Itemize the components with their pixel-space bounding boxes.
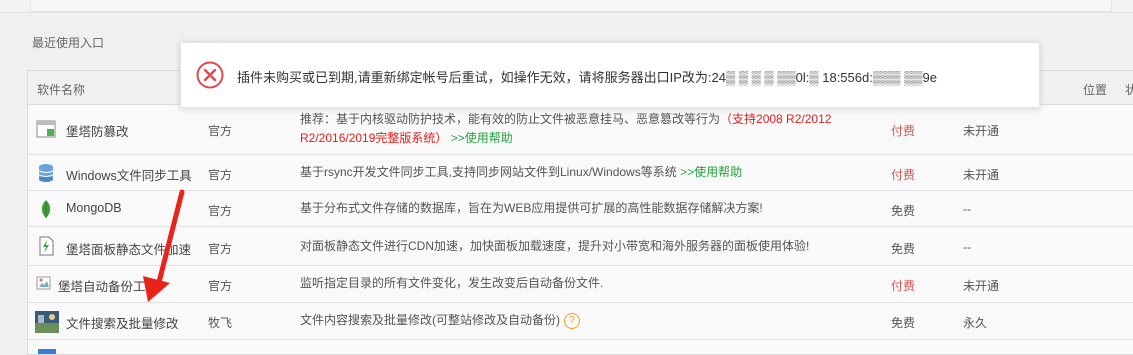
plugin-developer: 官方	[208, 279, 233, 293]
plugin-name[interactable]: 文件搜索及批量修改	[66, 313, 179, 332]
plugin-developer: 官方	[208, 168, 233, 182]
plugin-name[interactable]: Windows文件同步工具	[66, 165, 192, 184]
status-label: --	[963, 202, 971, 216]
plugin-developer: 牧飞	[208, 316, 233, 330]
bolt-file-icon	[39, 236, 54, 256]
top-panel-inner	[30, 0, 1112, 12]
status-label: 永久	[963, 316, 988, 330]
help-link[interactable]: >>使用帮助	[451, 131, 513, 145]
plugin-name[interactable]: 堡塔防篡改	[66, 121, 129, 140]
top-panel-strip	[0, 0, 1133, 13]
plugin-description: 基于分布式文件存储的数据库，旨在为WEB应用提供可扩展的高性能数据存储解决方案!	[300, 201, 763, 215]
error-icon	[196, 61, 224, 89]
status-label: --	[963, 240, 971, 254]
status-label: 未开通	[963, 168, 1000, 182]
partial-row-icon	[38, 349, 56, 354]
table-row: 堡塔防篡改 官方 推荐：基于内核驱动防护技术，能有效的防止文件被恶意挂马、恶意篡…	[28, 105, 1133, 155]
header-position[interactable]: 位置	[1083, 81, 1107, 98]
plugin-developer: 官方	[208, 124, 233, 138]
price-label: 付费	[891, 279, 916, 293]
recent-entry-title: 最近使用入口	[32, 36, 105, 50]
error-toast: 插件未购买或已到期,请重新绑定帐号后重试，如操作无效，请将服务器出口IP改为:2…	[180, 42, 1040, 108]
software-table: 软件名称 位置 状 堡塔防篡改 官方 推荐：基于内核驱动防护技术，能有效的防止文…	[27, 70, 1133, 355]
plugin-name[interactable]: 堡塔面板静态文件加速	[66, 239, 191, 258]
plugin-description: 监听指定目录的所有文件变化，发生改变后自动备份文件.	[300, 276, 604, 290]
price-label: 免费	[891, 204, 916, 218]
leaf-icon	[41, 200, 51, 218]
help-link[interactable]: >>使用帮助	[680, 165, 742, 179]
price-label: 付费	[891, 168, 916, 182]
status-label: 未开通	[963, 279, 1000, 293]
price-label: 免费	[891, 242, 916, 256]
price-label: 付费	[891, 124, 916, 138]
table-row: Windows文件同步工具 官方 基于rsync开发文件同步工具,支持同步网站文…	[28, 155, 1133, 191]
broken-image-icon	[36, 276, 51, 290]
table-row: 文件搜索及批量修改 牧飞 文件内容搜索及批量修改(可整站修改及自动备份)? 免费…	[28, 303, 1133, 340]
status-label: 未开通	[963, 124, 1000, 138]
table-row: 堡塔自动备份工具 官方 监听指定目录的所有文件变化，发生改变后自动备份文件. 付…	[28, 266, 1133, 303]
shield-icon	[36, 120, 56, 138]
plugin-name[interactable]: 堡塔自动备份工具	[58, 276, 158, 295]
database-icon	[38, 164, 54, 182]
plugin-description: 基于rsync开发文件同步工具,支持同步网站文件到Linux/Windows等系…	[300, 165, 743, 179]
plugin-description: 推荐：基于内核驱动防护技术，能有效的防止文件被恶意挂马、恶意篡改等行为（支持20…	[300, 112, 832, 145]
table-row: 堡塔面板静态文件加速 官方 对面板静态文件进行CDN加速，加快面板加载速度，提升…	[28, 227, 1133, 266]
price-label: 免费	[891, 316, 916, 330]
table-row: MongoDB 官方 基于分布式文件存储的数据库，旨在为WEB应用提供可扩展的高…	[28, 191, 1133, 227]
thumbnail-icon	[35, 311, 59, 333]
plugin-description: 文件内容搜索及批量修改(可整站修改及自动备份)?	[300, 311, 580, 330]
plugin-developer: 官方	[208, 242, 233, 256]
header-status-extra[interactable]: 状	[1125, 81, 1133, 98]
toast-message: 插件未购买或已到期,请重新绑定帐号后重试，如操作无效，请将服务器出口IP改为:2…	[237, 70, 937, 85]
plugin-description: 对面板静态文件进行CDN加速，加快面板加载速度，提升对小带宽和海外服务器的面板使…	[300, 239, 810, 253]
help-icon[interactable]: ?	[564, 312, 580, 329]
header-software-name[interactable]: 软件名称	[37, 81, 85, 98]
plugin-developer: 官方	[208, 204, 233, 218]
plugin-name[interactable]: MongoDB	[66, 201, 122, 215]
